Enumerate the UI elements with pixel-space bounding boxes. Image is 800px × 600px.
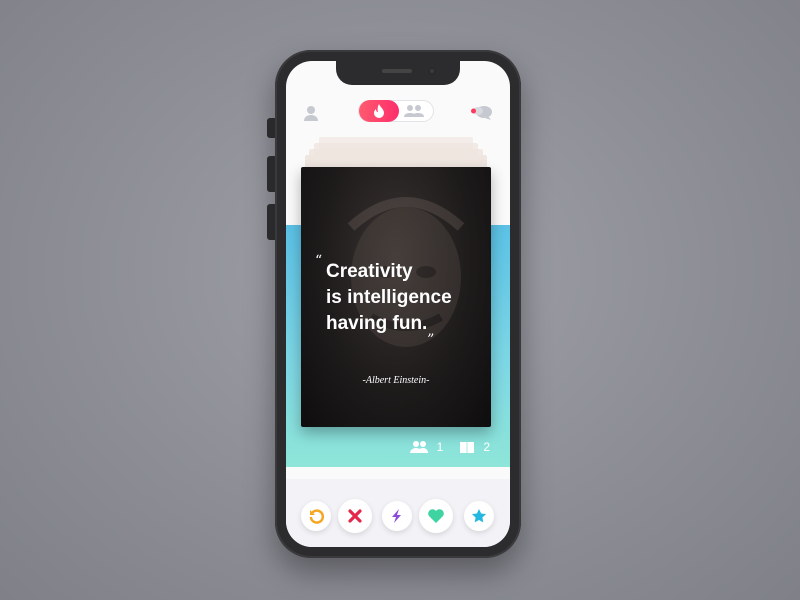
rewind-icon (309, 509, 324, 524)
lightning-icon (392, 509, 401, 523)
front-camera (428, 67, 436, 75)
heart-icon (428, 509, 444, 523)
x-icon (348, 509, 362, 523)
star-icon (472, 509, 486, 523)
notch (336, 61, 460, 85)
boost-button[interactable] (382, 501, 412, 531)
silent-switch (267, 118, 275, 138)
book-icon (460, 442, 475, 453)
books-stat: 2 (459, 439, 490, 455)
person-icon (304, 106, 318, 121)
top-bar (286, 99, 510, 129)
profile-button[interactable] (302, 104, 320, 122)
mode-toggle (358, 100, 434, 122)
super-like-button[interactable] (464, 501, 494, 531)
friends-stat: 1 (409, 439, 444, 455)
quote-line-text: having fun. (326, 313, 428, 334)
rewind-button[interactable] (301, 501, 331, 531)
volume-down-button (267, 204, 275, 240)
quote-line: having fun.„ (326, 311, 486, 344)
flame-icon (374, 104, 384, 118)
app-screen: “ Creativity is intelligence having fun.… (286, 61, 510, 547)
card-stats: 1 2 (409, 439, 490, 455)
mode-toggle-discover[interactable] (359, 100, 399, 122)
chat-bubbles-icon (471, 106, 492, 120)
nope-button[interactable] (338, 499, 372, 533)
quote-line: Creativity (326, 261, 413, 282)
group-icon (404, 105, 424, 117)
quote-open-mark: “ (315, 253, 323, 269)
phone-frame: “ Creativity is intelligence having fun.… (267, 50, 521, 558)
speaker (382, 69, 412, 73)
quote-card[interactable]: “ Creativity is intelligence having fun.… (301, 167, 491, 427)
quote-line: is intelligence (326, 287, 452, 308)
quote-close-mark: „ (427, 323, 435, 339)
books-count: 2 (483, 440, 490, 454)
messages-button[interactable] (470, 103, 494, 123)
volume-up-button (267, 156, 275, 192)
mode-toggle-social[interactable] (399, 102, 429, 120)
friends-count: 1 (436, 440, 444, 454)
like-button[interactable] (419, 499, 453, 533)
action-bar (286, 479, 510, 547)
quote-text: Creativity is intelligence having fun.„ (326, 259, 486, 344)
quote-author: -Albert Einstein- (362, 375, 430, 386)
group-icon (409, 441, 428, 453)
